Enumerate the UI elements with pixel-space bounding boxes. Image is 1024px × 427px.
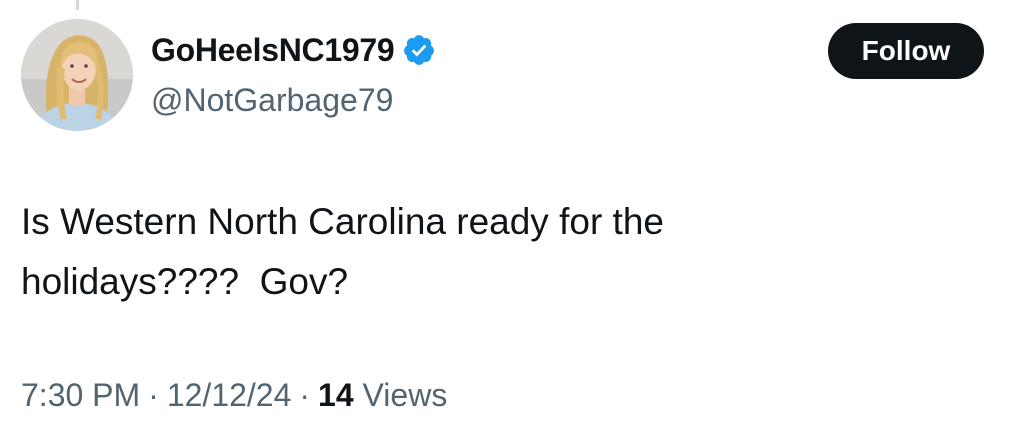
display-name[interactable]: GoHeelsNC1979 [151,30,395,70]
avatar[interactable] [21,19,133,131]
avatar-image [21,19,133,131]
thread-line [76,0,79,10]
views-label: Views [362,377,448,413]
user-handle[interactable]: @NotGarbage79 [151,80,393,120]
tweet-meta: 7:30 PM · 12/12/24 · 14 Views [21,375,447,415]
tweet-text: Is Western North Carolina ready for the … [21,201,664,302]
author-name-row[interactable]: GoHeelsNC1979 [151,30,436,70]
meta-separator: · [299,377,311,413]
verified-badge-icon [402,33,436,67]
follow-button[interactable]: Follow [828,23,984,79]
tweet-date[interactable]: 12/12/24 [167,377,292,413]
views-count: 14 [318,377,354,413]
meta-separator: · [148,377,159,413]
tweet-time[interactable]: 7:30 PM [21,377,140,413]
tweet-card: GoHeelsNC1979 @NotGarbage79 Follow Is We… [0,0,1024,427]
